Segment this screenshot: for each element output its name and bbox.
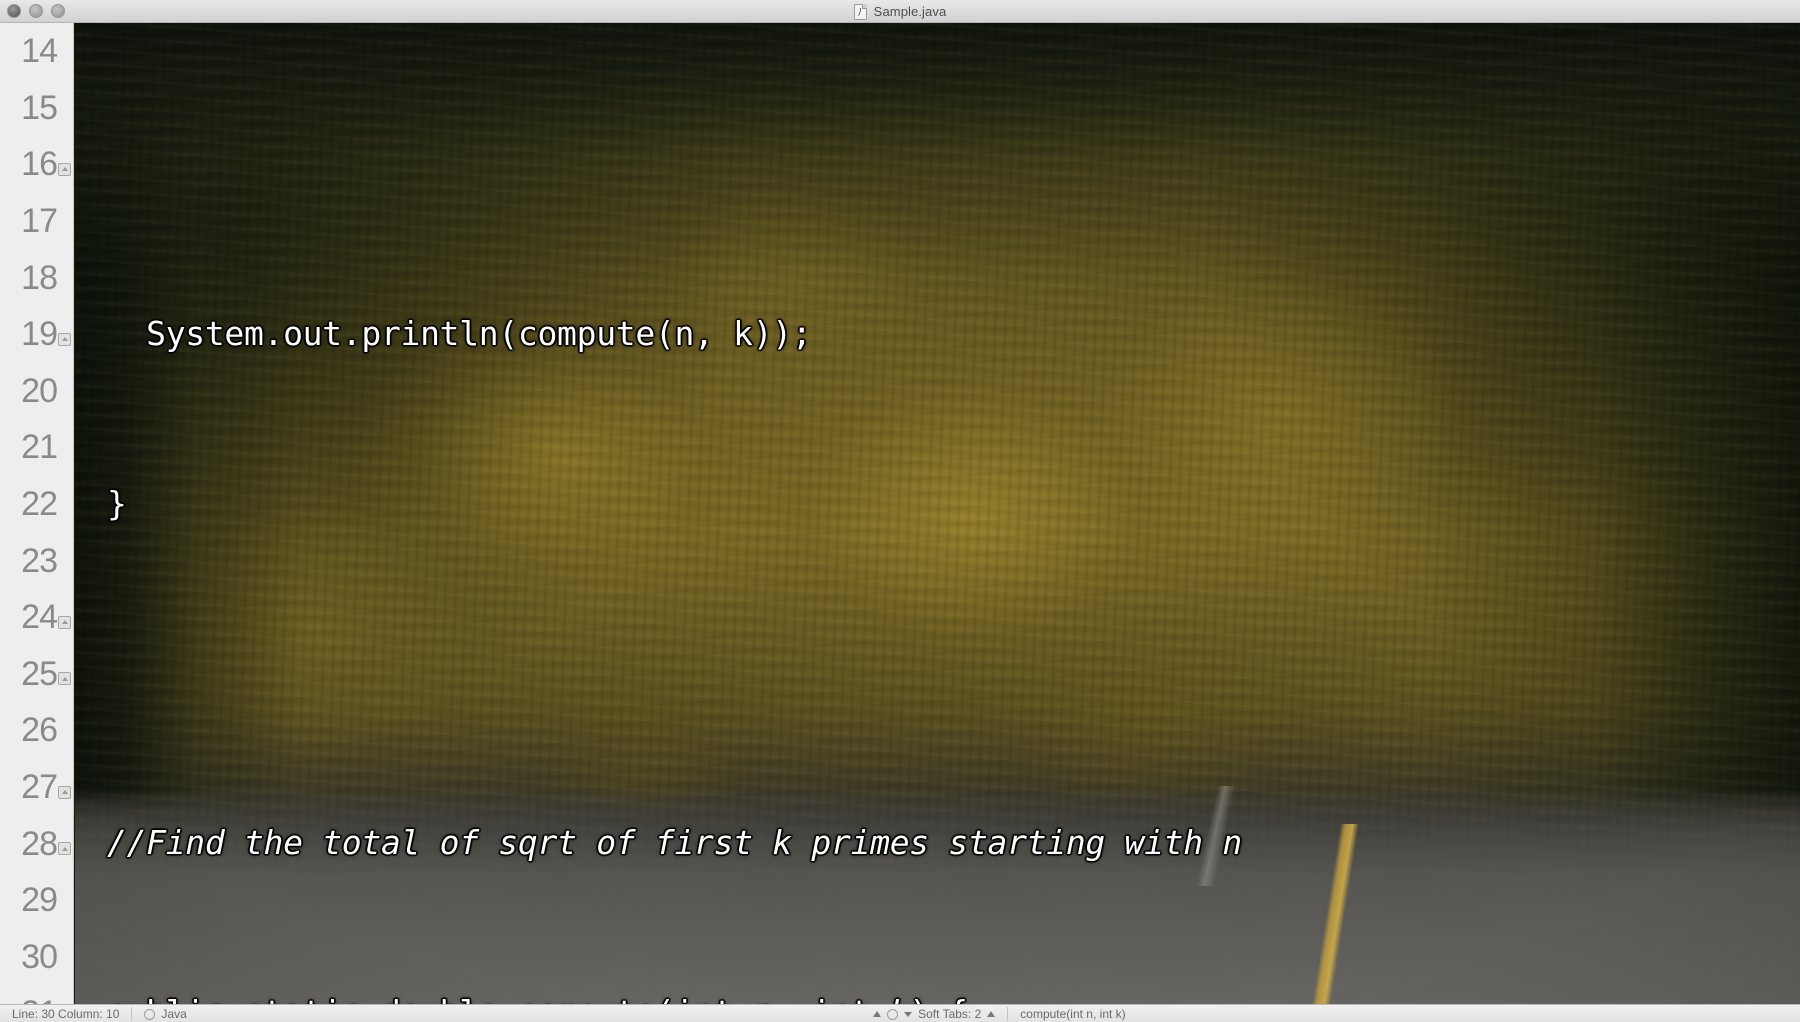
code-editor-area[interactable]: System.out.println(compute(n, k)); } //F… — [75, 23, 1800, 1004]
arrow-up-icon-2[interactable] — [987, 1011, 996, 1017]
circle-icon[interactable] — [887, 1008, 899, 1020]
status-language[interactable]: Java — [132, 1005, 198, 1022]
gutter-line-20[interactable]: 20 — [0, 363, 73, 420]
line-number: 20 — [21, 371, 58, 410]
gutter-line-24[interactable]: 24 — [0, 589, 73, 646]
gutter-line-31[interactable]: 31 — [0, 985, 73, 1004]
line-number: 24 — [21, 598, 58, 637]
line-number: 28 — [21, 824, 58, 863]
code-text[interactable]: System.out.println(compute(n, k)); } //F… — [75, 23, 1800, 1004]
gutter-line-18[interactable]: 18 — [0, 249, 73, 306]
status-indent-group[interactable]: Soft Tabs: 2 — [861, 1005, 1007, 1022]
line-number: 18 — [21, 258, 58, 297]
gutter-line-22[interactable]: 22 — [0, 476, 73, 533]
window-titlebar: J Sample.java — [0, 0, 1800, 23]
window-title: Sample.java — [873, 4, 947, 19]
chevron-down-icon[interactable] — [904, 1011, 913, 1017]
line-number-gutter[interactable]: 14 15 16 17 18 19 20 21 22 23 24 25 26 27 28 29 30 31 — [0, 23, 74, 1004]
line-number: 17 — [21, 202, 58, 241]
line-number: 23 — [21, 541, 58, 580]
code-line-19-suffix: ) { — [909, 993, 968, 1004]
gutter-line-25[interactable]: 25 — [0, 646, 73, 703]
gutter-line-15[interactable]: 15 — [0, 80, 73, 137]
arrow-up-icon[interactable] — [873, 1011, 882, 1017]
line-number: 25 — [21, 654, 58, 693]
line-number: 21 — [21, 428, 58, 467]
line-number: 30 — [21, 937, 58, 976]
gutter-line-26[interactable]: 26 — [0, 702, 73, 759]
editor-window: J Sample.java System.out.println(compute… — [0, 0, 1800, 1022]
code-line-18-comment: //Find the total of sqrt of first k prim… — [107, 823, 1242, 863]
gutter-line-19[interactable]: 19 — [0, 306, 73, 363]
code-param-n: n — [753, 993, 773, 1004]
code-line-19-mid: , int — [772, 993, 889, 1004]
status-language-label: Java — [161, 1007, 187, 1021]
gutter-line-14[interactable]: 14 — [0, 23, 73, 80]
gutter-line-30[interactable]: 30 — [0, 929, 73, 986]
gutter-line-17[interactable]: 17 — [0, 193, 73, 250]
code-fold-icon[interactable] — [58, 842, 71, 856]
code-fold-icon[interactable] — [58, 615, 71, 629]
line-number: 16 — [21, 145, 58, 184]
line-number: 14 — [21, 32, 58, 71]
code-line-19: public static double compute(int n, int … — [107, 985, 1800, 1004]
gutter-line-21[interactable]: 21 — [0, 419, 73, 476]
status-bar: Line: 30 Column: 10 Java Soft Tabs: 2 co… — [0, 1004, 1800, 1022]
code-fold-icon[interactable] — [58, 785, 71, 799]
window-title-group: J Sample.java — [0, 0, 1800, 23]
java-file-icon: J — [853, 3, 867, 20]
gutter-line-28[interactable]: 28 — [0, 815, 73, 872]
line-number: 15 — [21, 88, 58, 127]
code-fold-icon[interactable] — [58, 162, 71, 176]
line-number: 22 — [21, 485, 58, 524]
code-line-15: System.out.println(compute(n, k)); — [107, 313, 812, 353]
code-param-k: k — [890, 993, 910, 1004]
status-tabs-label: Soft Tabs: 2 — [918, 1007, 982, 1021]
gutter-line-27[interactable]: 27 — [0, 759, 73, 816]
status-cursor-position: Line: 30 Column: 10 — [12, 1007, 120, 1021]
code-fold-icon[interactable] — [58, 332, 71, 346]
code-line-16: } — [107, 483, 127, 523]
status-scope: compute(int n, int k) — [1020, 1007, 1126, 1021]
gutter-line-29[interactable]: 29 — [0, 872, 73, 929]
code-line-19-prefix: public static double compute(int — [107, 993, 753, 1004]
line-number: 19 — [21, 315, 58, 354]
line-number: 31 — [21, 996, 58, 1004]
code-fold-icon[interactable] — [58, 672, 71, 686]
line-number: 29 — [21, 881, 58, 920]
language-icon — [144, 1008, 156, 1020]
gutter-line-16[interactable]: 16 — [0, 136, 73, 193]
line-number: 26 — [21, 711, 58, 750]
gutter-line-23[interactable]: 23 — [0, 532, 73, 589]
line-number: 27 — [21, 768, 58, 807]
